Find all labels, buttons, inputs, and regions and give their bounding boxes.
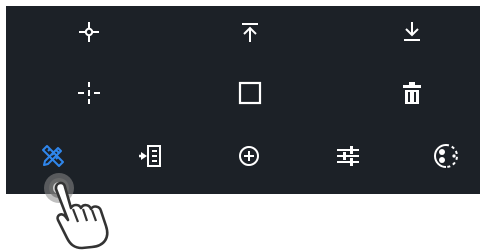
adjust-button[interactable] — [328, 136, 368, 176]
dotted-circle-icon — [434, 144, 458, 168]
locate-target-button[interactable] — [229, 136, 269, 176]
move-to-bottom-button[interactable] — [392, 12, 432, 52]
arrow-up-to-line-icon — [242, 23, 258, 42]
import-icon — [139, 145, 161, 167]
square-outline-icon — [238, 81, 262, 105]
target-icon — [239, 146, 259, 166]
tap-hand-icon — [44, 173, 109, 250]
crosshair-dashed-button[interactable] — [69, 73, 109, 113]
pencil-ruler-icon — [42, 145, 64, 167]
arrow-down-to-line-icon — [404, 22, 420, 41]
sliders-icon — [337, 146, 359, 166]
dotted-circle-button[interactable] — [426, 136, 466, 176]
crosshair-point-button[interactable] — [69, 12, 109, 52]
move-to-top-button[interactable] — [230, 12, 270, 52]
toolbar-panel — [6, 6, 480, 194]
rectangle-button[interactable] — [230, 73, 270, 113]
dashed-crosshair-icon — [78, 82, 100, 104]
delete-button[interactable] — [392, 73, 432, 113]
crosshair-point-icon — [79, 22, 99, 42]
trash-icon — [403, 82, 421, 104]
